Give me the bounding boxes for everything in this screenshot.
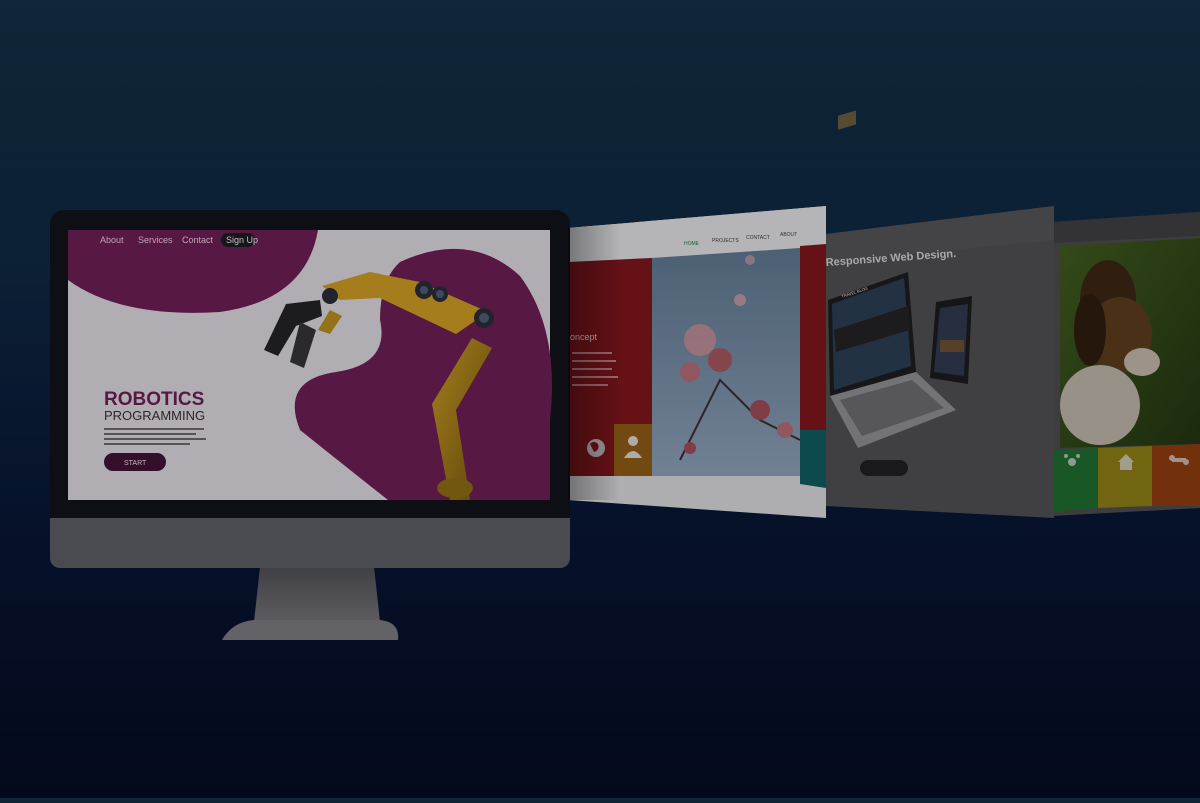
card1-nav-projects[interactable]: PROJECTS [712, 238, 739, 244]
nav-about[interactable]: About [100, 235, 124, 245]
monitor-stand [254, 566, 380, 622]
imac-monitor: About Services Contact Sign Up ROBOTICS … [50, 210, 570, 640]
start-button-label: START [124, 460, 147, 467]
panel-green [1052, 448, 1098, 512]
cta-pill [860, 460, 908, 476]
hero-scene: About Services Contact Sign Up ROBOTICS … [0, 0, 1200, 798]
card-dog-site [1052, 212, 1200, 516]
hero-title-line2: PROGRAMMING [104, 408, 205, 423]
phone-mockup [930, 296, 972, 384]
monitor-base [222, 620, 399, 640]
nav-contact[interactable]: Contact [182, 235, 214, 245]
nav-signup-button[interactable]: Sign Up [226, 235, 258, 245]
hero-illustration: About Services Contact Sign Up ROBOTICS … [0, 0, 1200, 640]
card1-nav-home[interactable]: HOME [684, 241, 700, 247]
card1-nav-contact[interactable]: CONTACT [746, 235, 770, 241]
card1-nav-about[interactable]: ABOUT [780, 232, 797, 238]
panel-orange [1152, 444, 1200, 506]
hero-title-line1: ROBOTICS [104, 389, 204, 410]
nav-services[interactable]: Services [138, 235, 173, 245]
